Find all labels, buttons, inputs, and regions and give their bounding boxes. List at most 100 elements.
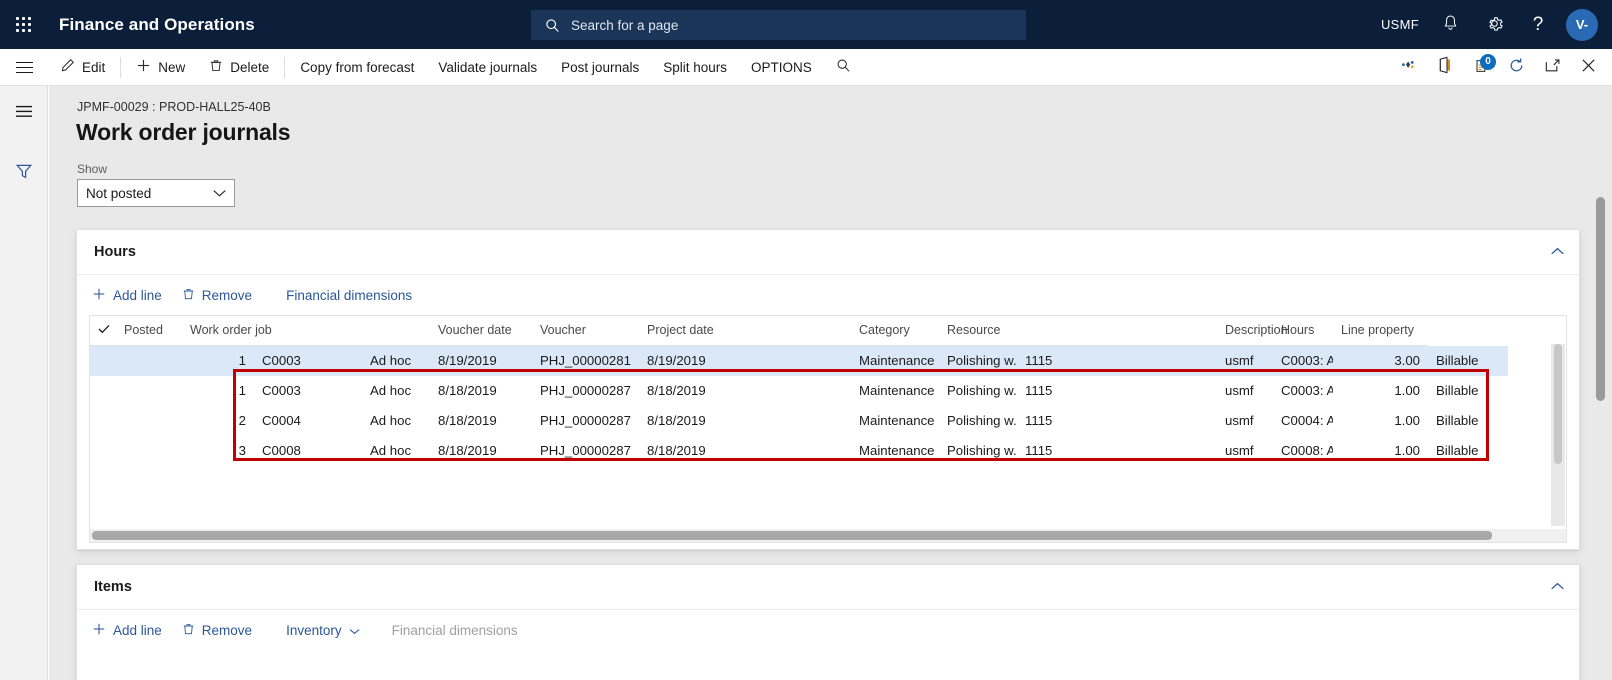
cell-resource-id[interactable]: 1115 [1017, 406, 1217, 436]
items-fasttab-header[interactable]: Items [77, 565, 1579, 610]
user-avatar[interactable]: V- [1566, 8, 1598, 41]
cell-resource-id[interactable]: 1115 [1017, 345, 1217, 376]
cell-legal-entity[interactable]: usmf [1217, 376, 1273, 406]
cell-line-property[interactable]: Billable [1428, 345, 1508, 376]
row-select-cell[interactable] [90, 406, 116, 436]
cell-project-date[interactable]: 8/18/2019 [639, 436, 851, 466]
refresh-button[interactable] [1498, 50, 1534, 86]
filter-search-button[interactable] [824, 49, 863, 85]
row-select-cell[interactable] [90, 345, 116, 376]
company-selector[interactable]: USMF [1372, 0, 1428, 49]
page-vertical-scrollbar[interactable] [1596, 197, 1605, 401]
table-row[interactable]: 1 C0003 Ad hoc 8/19/2019 PHJ_00000281 8/… [90, 345, 1508, 376]
cell-voucher-date[interactable]: 8/19/2019 [430, 345, 532, 376]
column-voucher[interactable]: Voucher [532, 316, 639, 346]
cell-voucher-date[interactable]: 8/18/2019 [430, 406, 532, 436]
column-category[interactable]: Category [851, 316, 939, 346]
cell-line-property[interactable]: Billable [1428, 406, 1508, 436]
options-tab-button[interactable]: OPTIONS [739, 49, 824, 85]
table-row[interactable]: 3 C0008 Ad hoc 8/18/2019 PHJ_00000287 8/… [90, 436, 1508, 466]
column-project-date[interactable]: Project date [639, 316, 851, 346]
scroll-thumb[interactable] [1554, 344, 1562, 464]
cell-voucher[interactable]: PHJ_00000281 [532, 345, 639, 376]
column-description[interactable]: Description [1217, 316, 1288, 346]
column-resource[interactable]: Resource [939, 316, 1217, 346]
filter-pane-button[interactable] [0, 152, 48, 196]
hours-grid[interactable]: Posted Work order job Voucher date Vouch… [89, 315, 1567, 543]
row-select-cell[interactable] [90, 376, 116, 406]
personalize-button[interactable] [1390, 50, 1426, 86]
app-launcher-button[interactable] [0, 0, 48, 49]
select-all-header[interactable] [90, 316, 116, 346]
split-hours-button[interactable]: Split hours [651, 49, 739, 85]
cell-legal-entity[interactable]: usmf [1217, 436, 1273, 466]
column-voucher-date[interactable]: Voucher date [430, 316, 532, 346]
navigation-menu-button[interactable] [0, 49, 48, 86]
hours-grid-horizontal-scrollbar[interactable] [90, 529, 1566, 542]
cell-legal-entity[interactable]: usmf [1217, 345, 1273, 376]
new-button[interactable]: New [124, 49, 197, 85]
delete-button[interactable]: Delete [197, 49, 281, 85]
cell-resource[interactable]: Polishing w... [939, 406, 1017, 436]
hours-financial-dimensions-button[interactable]: Financial dimensions [276, 279, 422, 311]
cell-description[interactable]: C0008: Ad hoc [1273, 436, 1333, 466]
cell-voucher-date[interactable]: 8/18/2019 [430, 376, 532, 406]
office-apps-button[interactable] [1426, 50, 1462, 86]
cell-job[interactable]: C0003 [254, 376, 362, 406]
cell-resource-id[interactable]: 1115 [1017, 436, 1217, 466]
help-button[interactable]: ? [1516, 0, 1560, 49]
notifications-button[interactable] [1428, 0, 1472, 49]
cell-resource[interactable]: Polishing w... [939, 376, 1017, 406]
post-journals-button[interactable]: Post journals [549, 49, 651, 85]
chevron-up-icon[interactable] [1550, 243, 1565, 261]
column-posted[interactable]: Posted [116, 316, 182, 346]
open-in-new-window-button[interactable] [1534, 50, 1570, 86]
cell-category[interactable]: Maintenance hours [851, 436, 939, 466]
cell-hours[interactable]: 3.00 [1333, 345, 1428, 376]
items-add-line-button[interactable]: Add line [82, 614, 172, 646]
global-search-box[interactable] [531, 10, 1026, 40]
hours-fasttab-header[interactable]: Hours [77, 230, 1579, 275]
cell-voucher[interactable]: PHJ_00000287 [532, 406, 639, 436]
cell-hours[interactable]: 1.00 [1333, 436, 1428, 466]
cell-description[interactable]: C0003: Ad hoc [1273, 376, 1333, 406]
validate-journals-button[interactable]: Validate journals [426, 49, 549, 85]
cell-job[interactable]: C0008 [254, 436, 362, 466]
cell-project-date[interactable]: 8/18/2019 [639, 406, 851, 436]
cell-job[interactable]: C0003 [254, 345, 362, 376]
row-select-cell[interactable] [90, 436, 116, 466]
cell-category[interactable]: Maintenance hours [851, 406, 939, 436]
attachments-button[interactable]: 0 [1462, 50, 1498, 86]
settings-button[interactable] [1472, 0, 1516, 49]
rail-menu-button[interactable] [0, 92, 48, 136]
column-work-order-job[interactable]: Work order job [182, 316, 362, 346]
cell-voucher[interactable]: PHJ_00000287 [532, 436, 639, 466]
column-hours[interactable]: Hours [1273, 316, 1333, 346]
chevron-up-icon[interactable] [1550, 578, 1565, 596]
cell-line-property[interactable]: Billable [1428, 436, 1508, 466]
cell-category[interactable]: Maintenance hours [851, 376, 939, 406]
table-row[interactable]: 2 C0004 Ad hoc 8/18/2019 PHJ_00000287 8/… [90, 406, 1508, 436]
cell-job[interactable]: C0004 [254, 406, 362, 436]
cell-project-date[interactable]: 8/18/2019 [639, 376, 851, 406]
cell-voucher-date[interactable]: 8/18/2019 [430, 436, 532, 466]
cell-voucher[interactable]: PHJ_00000287 [532, 376, 639, 406]
copy-from-forecast-button[interactable]: Copy from forecast [288, 49, 426, 85]
cell-line-property[interactable]: Billable [1428, 376, 1508, 406]
hours-remove-button[interactable]: Remove [172, 279, 262, 311]
cell-category[interactable]: Maintenance hours [851, 345, 939, 376]
scroll-thumb[interactable] [92, 531, 1492, 540]
cell-resource[interactable]: Polishing w... [939, 345, 1017, 376]
search-input[interactable] [569, 16, 989, 34]
hours-add-line-button[interactable]: Add line [82, 279, 172, 311]
cell-description[interactable]: C0004: Ad hoc [1273, 406, 1333, 436]
cell-project-date[interactable]: 8/19/2019 [639, 345, 851, 376]
cell-hours[interactable]: 1.00 [1333, 376, 1428, 406]
close-button[interactable] [1570, 50, 1606, 86]
column-line-property[interactable]: Line property [1333, 316, 1428, 346]
items-remove-button[interactable]: Remove [172, 614, 262, 646]
cell-hours[interactable]: 1.00 [1333, 406, 1428, 436]
cell-legal-entity[interactable]: usmf [1217, 406, 1273, 436]
items-inventory-menu-button[interactable]: Inventory [276, 614, 370, 646]
hours-grid-vertical-scrollbar[interactable] [1551, 344, 1565, 526]
